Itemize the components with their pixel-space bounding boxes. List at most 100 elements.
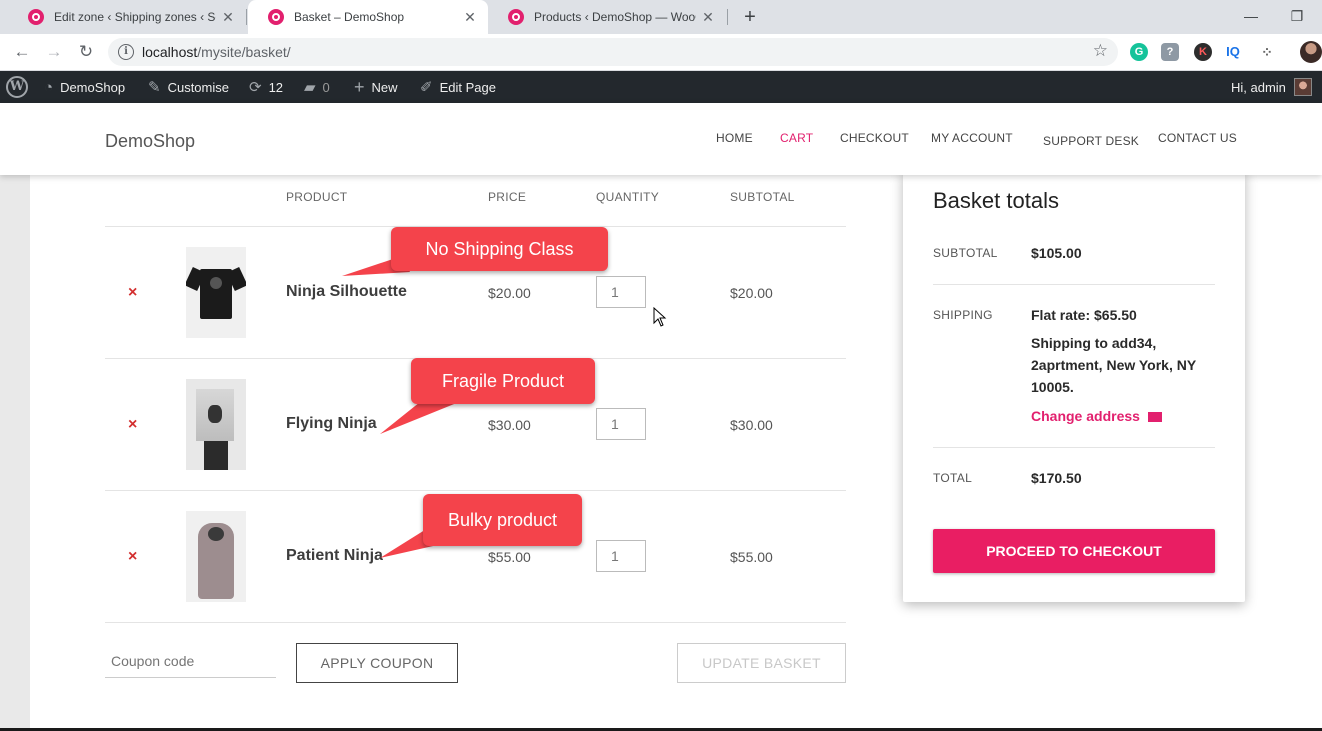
- browser-tab-strip: Edit zone ‹ Shipping zones ‹ Setti ✕ Bas…: [0, 0, 1322, 34]
- row-divider: [105, 490, 846, 491]
- admin-updates-count: 12: [268, 79, 284, 95]
- url-host: localhost: [142, 44, 198, 60]
- plus-icon: +: [354, 76, 365, 97]
- woocommerce-favicon-icon: [268, 9, 284, 25]
- callout-no-shipping-class: No Shipping Class: [391, 227, 608, 271]
- tab-close-icon[interactable]: ✕: [696, 9, 720, 26]
- product-thumbnail-poster[interactable]: [186, 379, 246, 470]
- updates-refresh-icon: ⟳: [249, 79, 262, 96]
- new-tab-plus-icon[interactable]: +: [738, 4, 762, 30]
- tab-close-icon[interactable]: ✕: [216, 9, 240, 26]
- product-name-link[interactable]: Flying Ninja: [286, 415, 377, 433]
- subtotal-value: $105.00: [1031, 245, 1082, 261]
- tab-separator: [246, 9, 247, 25]
- admin-site-label: DemoShop: [60, 79, 126, 95]
- shipping-method: Flat rate: $65.50: [1031, 307, 1137, 323]
- tab-title: Basket – DemoShop: [294, 10, 405, 24]
- wordpress-logo-icon[interactable]: W: [6, 76, 28, 98]
- nav-contact-us[interactable]: CONTACT US: [1158, 131, 1237, 145]
- site-info-icon[interactable]: i: [118, 44, 134, 60]
- row-divider: [105, 622, 846, 623]
- wp-admin-bar: W ◔ DemoShop ✎ Customise ⟳ 12 ▰ 0 + New …: [0, 71, 1322, 103]
- reload-icon[interactable]: ↻: [74, 40, 98, 64]
- minimize-window-icon[interactable]: —: [1236, 4, 1266, 28]
- admin-site-link[interactable]: ◔ DemoShop: [44, 71, 125, 103]
- quantity-input[interactable]: 1: [596, 276, 646, 308]
- tab-products[interactable]: Products ‹ DemoShop — WooCo ✕: [488, 0, 726, 34]
- back-arrow-icon[interactable]: ←: [10, 40, 34, 64]
- tab-title: Edit zone ‹ Shipping zones ‹ Setti: [54, 10, 216, 24]
- totals-divider: [933, 284, 1215, 285]
- admin-comments-count: 0: [322, 79, 330, 95]
- tab-basket[interactable]: Basket – DemoShop ✕: [248, 0, 488, 34]
- bookmark-star-icon[interactable]: ☆: [1093, 41, 1108, 61]
- admin-new-link[interactable]: + New: [354, 71, 398, 103]
- profile-avatar[interactable]: [1300, 41, 1322, 63]
- nav-home[interactable]: HOME: [716, 131, 753, 145]
- grammarly-extension-icon[interactable]: G: [1130, 43, 1148, 61]
- product-thumbnail-hoodie[interactable]: [186, 511, 246, 602]
- forward-arrow-icon[interactable]: →: [42, 40, 66, 64]
- remove-item-icon[interactable]: ×: [128, 416, 137, 434]
- brush-icon: ✎: [148, 79, 161, 96]
- nav-my-account[interactable]: MY ACCOUNT: [931, 131, 1013, 145]
- totals-divider: [933, 447, 1215, 448]
- nav-checkout[interactable]: CHECKOUT: [840, 131, 909, 145]
- mouse-cursor-icon: [653, 307, 667, 327]
- poster-holder-legs: [204, 441, 228, 470]
- column-header-subtotal: SUBTOTAL: [730, 190, 795, 204]
- admin-edit-page-link[interactable]: ✐ Edit Page: [420, 71, 496, 103]
- admin-updates-link[interactable]: ⟳ 12: [249, 71, 283, 103]
- change-address-link[interactable]: Change address: [1031, 408, 1162, 424]
- product-subtotal: $20.00: [730, 285, 773, 301]
- shield-extension-icon[interactable]: ?: [1161, 43, 1179, 61]
- admin-account-menu[interactable]: Hi, admin: [1231, 71, 1312, 103]
- browser-toolbar: ← → ↻ i localhost/mysite/basket/ ☆ G ? K…: [0, 34, 1322, 71]
- tab-edit-zone[interactable]: Edit zone ‹ Shipping zones ‹ Setti ✕: [8, 0, 246, 34]
- product-name-link[interactable]: Ninja Silhouette: [286, 283, 407, 301]
- admin-edit-page-label: Edit Page: [439, 79, 496, 95]
- column-header-product: PRODUCT: [286, 190, 348, 204]
- coupon-code-input[interactable]: [105, 645, 276, 678]
- callout-fragile-product: Fragile Product: [411, 358, 595, 404]
- admin-customise-link[interactable]: ✎ Customise: [148, 71, 229, 103]
- comment-bubble-icon: ▰: [304, 79, 316, 96]
- quantity-input[interactable]: 1: [596, 540, 646, 572]
- tab-separator: [727, 9, 728, 25]
- url-path: /mysite/basket/: [197, 44, 291, 60]
- truck-icon: [1147, 412, 1162, 422]
- tab-close-icon[interactable]: ✕: [458, 9, 482, 26]
- admin-comments-link[interactable]: ▰ 0: [304, 71, 330, 103]
- proceed-to-checkout-button[interactable]: PROCEED TO CHECKOUT: [933, 529, 1215, 573]
- woocommerce-favicon-icon: [508, 9, 524, 25]
- address-bar[interactable]: i localhost/mysite/basket/ ☆: [108, 38, 1118, 66]
- remove-item-icon[interactable]: ×: [128, 284, 137, 302]
- quantity-input[interactable]: 1: [596, 408, 646, 440]
- update-basket-button[interactable]: UPDATE BASKET: [677, 643, 846, 683]
- dots-extension-icon[interactable]: ⁘: [1258, 43, 1276, 61]
- woocommerce-favicon-icon: [28, 9, 44, 25]
- product-name-link[interactable]: Patient Ninja: [286, 547, 383, 565]
- admin-avatar: [1293, 78, 1312, 96]
- change-address-label: Change address: [1031, 408, 1140, 424]
- product-thumbnail-tshirt[interactable]: [186, 247, 246, 338]
- k-extension-icon[interactable]: K: [1194, 43, 1212, 61]
- apply-coupon-button[interactable]: APPLY COUPON: [296, 643, 458, 683]
- site-title[interactable]: DemoShop: [105, 131, 195, 152]
- basket-totals-title: Basket totals: [933, 188, 1059, 213]
- product-price: $55.00: [488, 549, 531, 565]
- product-price: $20.00: [488, 285, 531, 301]
- basket-totals-card: Basket totals SUBTOTAL $105.00 SHIPPING …: [903, 170, 1245, 602]
- remove-item-icon[interactable]: ×: [128, 548, 137, 566]
- column-header-quantity: QUANTITY: [596, 190, 660, 204]
- product-subtotal: $55.00: [730, 549, 773, 565]
- iq-extension-icon[interactable]: IQ: [1224, 43, 1242, 61]
- admin-greeting: Hi, admin: [1231, 79, 1286, 95]
- restore-window-icon[interactable]: ❐: [1282, 4, 1312, 28]
- total-label: TOTAL: [933, 471, 973, 485]
- total-value: $170.50: [1031, 470, 1082, 486]
- shipping-destination: Shipping to add34, 2aprtment, New York, …: [1031, 335, 1196, 395]
- nav-support-desk[interactable]: SUPPORT DESK: [1043, 134, 1139, 148]
- poster-ninja-figure: [208, 405, 222, 423]
- nav-cart[interactable]: CART: [780, 131, 813, 145]
